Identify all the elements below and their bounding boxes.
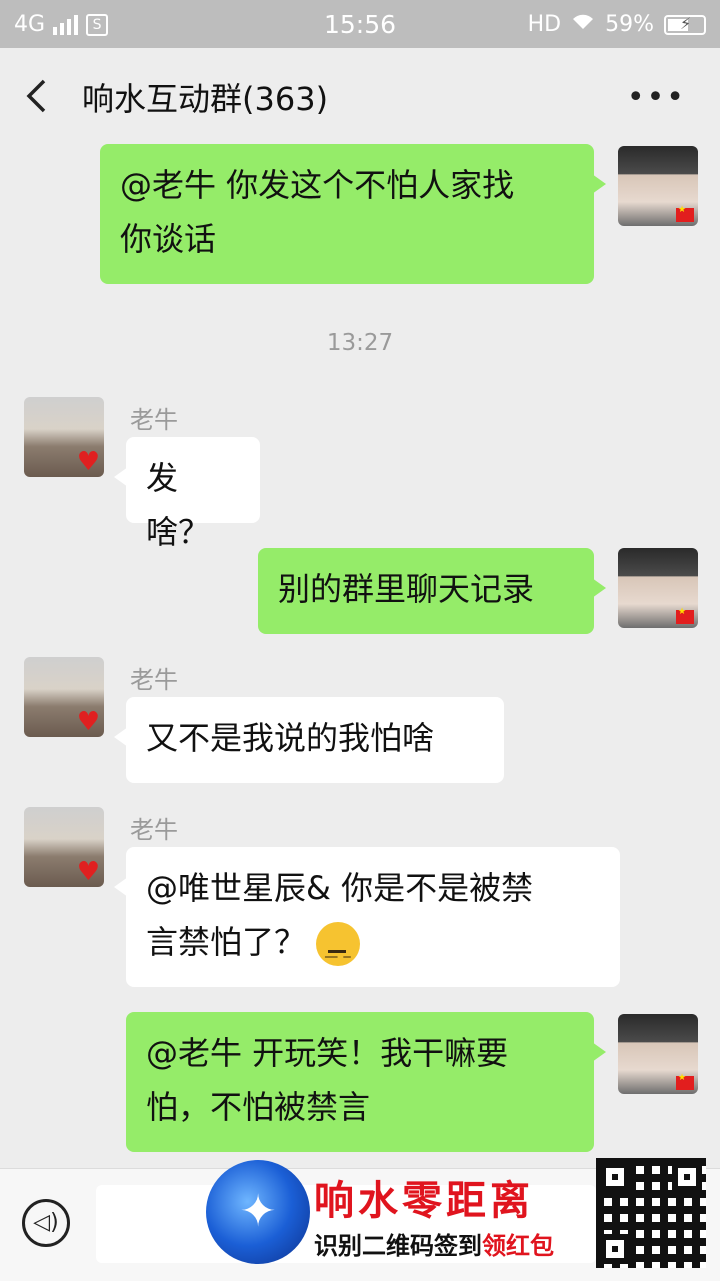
message-line: @老牛 开玩笑！我干嘛要 [146,1034,509,1072]
status-bar: 4G S 15:56 HD 59% ⚡ [0,0,720,48]
promo-subtitle: 识别二维码签到领红包 [314,1226,554,1261]
flag-icon [676,1073,694,1090]
avatar-me[interactable] [618,1014,698,1094]
promo-watermark: ✦ 响水零距离 识别二维码签到领红包 [196,1152,720,1280]
qr-finder [600,1162,630,1192]
heart-icon: ♥ [76,857,100,887]
promo-subtitle-main: 识别二维码签到 [314,1231,482,1260]
battery-icon: ⚡ [664,14,706,35]
chat-title: 响水互动群(363) [82,80,329,118]
promo-subtitle-red: 领红包 [482,1231,554,1260]
chat-header: 响水互动群(363) ••• [0,48,720,144]
sender-name: 老牛 [130,406,178,434]
hd-label: HD [527,12,562,37]
message-bubble-me[interactable]: @老牛 你发这个不怕人家找 你谈话 [100,144,606,284]
message-line: 言禁怕了？ [146,923,307,961]
message-text: 发啥？ [146,459,211,551]
avatar-other[interactable]: ♥ [24,807,104,887]
promo-logo: ✦ [206,1160,310,1264]
promo-title: 响水零距离 [314,1177,534,1224]
avatar-me[interactable] [618,548,698,628]
message-text: 别的群里聊天记录 [278,570,535,608]
message-bubble-me[interactable]: @老牛 开玩笑！我干嘛要 怕，不怕被禁言 [126,1012,606,1152]
flag-icon [676,205,694,222]
message-bubble-other[interactable]: 又不是我说的我怕啥 [114,697,504,783]
flag-icon [676,607,694,624]
qr-code[interactable] [596,1158,706,1268]
heart-icon: ♥ [76,447,100,477]
avatar-me[interactable] [618,146,698,226]
wifi-icon [571,12,595,37]
sender-name: 老牛 [130,666,178,694]
heart-icon: ♥ [76,707,100,737]
qr-finder [672,1162,702,1192]
message-bubble-other[interactable]: @唯世星辰& 你是不是被禁 言禁怕了？ [114,847,620,987]
more-icon: ••• [626,80,686,115]
back-button[interactable] [22,78,50,114]
message-line: 你谈话 [120,220,217,258]
voice-button[interactable]: ◁) [22,1199,70,1247]
qr-finder [600,1234,630,1264]
battery-percent: 59% [605,12,654,37]
more-button[interactable]: ••• [627,80,686,115]
chevron-left-icon [26,79,46,113]
smirk-emoji-icon [316,922,361,984]
message-text: 又不是我说的我怕啥 [146,719,435,757]
voice-icon: ◁) [33,1210,59,1235]
avatar-other[interactable]: ♥ [24,657,104,737]
message-bubble-me[interactable]: 别的群里聊天记录 [258,548,606,634]
message-line: @老牛 你发这个不怕人家找 [120,166,515,204]
message-line: 怕，不怕被禁言 [146,1088,371,1126]
avatar-other[interactable]: ♥ [24,397,104,477]
timestamp: 13:27 [326,330,394,356]
sender-name: 老牛 [130,816,178,844]
message-bubble-other[interactable]: 发啥？ [114,437,260,551]
message-line: @唯世星辰& 你是不是被禁 [146,869,534,907]
